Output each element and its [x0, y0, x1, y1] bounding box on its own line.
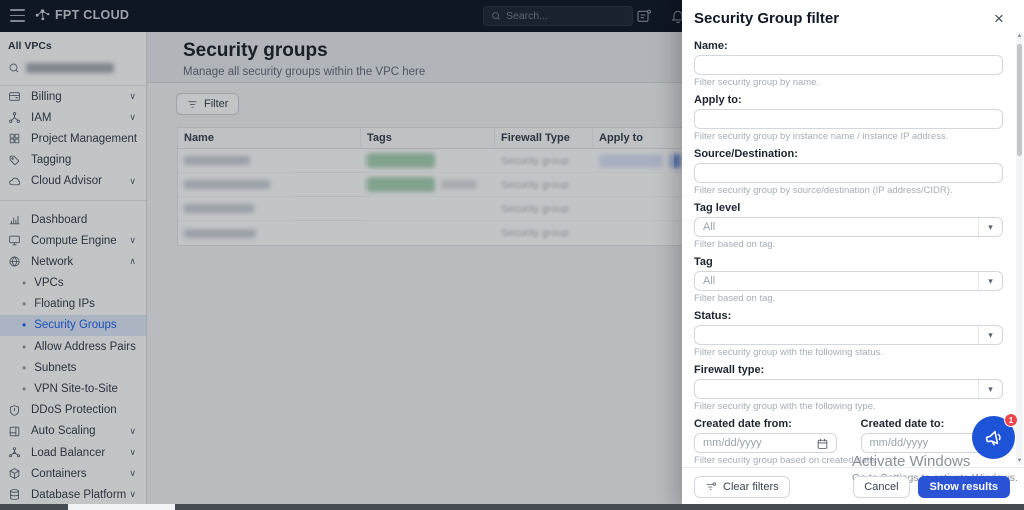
tag-field-help: Filter based on tag. [694, 293, 1003, 305]
created-date-from-input[interactable]: mm/dd/yyyy [694, 433, 837, 453]
tag-field-label: Tag [694, 256, 1003, 269]
filter-panel-body: Name: Filter security group by name. App… [694, 32, 1003, 467]
tag-placeholder: All [703, 275, 715, 287]
chevron-down-icon[interactable] [978, 218, 1002, 236]
notification-badge: 1 [1004, 413, 1018, 427]
chevron-down-icon[interactable] [978, 326, 1002, 344]
megaphone-icon [980, 424, 1006, 450]
filter-panel-title: Security Group filter [694, 10, 839, 27]
status-field-label: Status: [694, 310, 1003, 323]
source-destination-field-input[interactable] [694, 163, 1003, 183]
source-destination-field-help: Filter security group by source/destinat… [694, 185, 1003, 197]
scroll-up-icon[interactable] [1016, 33, 1023, 39]
firewall-type-select[interactable] [694, 379, 1003, 399]
close-icon[interactable] [990, 10, 1008, 28]
panel-scrollbar[interactable] [1016, 32, 1023, 465]
cancel-button[interactable]: Cancel [853, 476, 909, 498]
apply-to-field-input[interactable] [694, 109, 1003, 129]
scrollbar-thumb[interactable] [1017, 44, 1022, 156]
horizontal-scrollbar[interactable] [0, 504, 1024, 510]
created-date-from-label: Created date from: [694, 418, 837, 431]
status-select[interactable] [694, 325, 1003, 345]
name-field-label: Name: [694, 40, 1003, 53]
tag-level-placeholder: All [703, 221, 715, 233]
announcements-fab[interactable]: 1 [972, 416, 1015, 459]
clear-filter-icon [705, 481, 717, 493]
status-field-help: Filter security group with the following… [694, 347, 1003, 359]
firewall-type-field-help: Filter security group with the following… [694, 401, 1003, 413]
tag-level-field-label: Tag level [694, 202, 1003, 215]
app-window: FPT CLOUD Search... All VPCs Billing [0, 0, 1024, 510]
tag-level-field-help: Filter based on tag. [694, 239, 1003, 251]
chevron-down-icon[interactable] [978, 272, 1002, 290]
clear-filters-button[interactable]: Clear filters [694, 476, 790, 498]
apply-to-field-help: Filter security group by instance name /… [694, 131, 1003, 143]
scroll-down-icon[interactable] [1016, 458, 1023, 464]
modal-dim-overlay[interactable] [0, 0, 682, 510]
name-field-help: Filter security group by name. [694, 77, 1003, 89]
created-date-help: Filter security group based on created d… [694, 455, 1003, 467]
source-destination-field-label: Source/Destination: [694, 148, 1003, 161]
filter-panel-header: Security Group filter [694, 10, 1008, 28]
tag-select[interactable]: All [694, 271, 1003, 291]
show-results-button[interactable]: Show results [918, 476, 1010, 498]
tag-level-select[interactable]: All [694, 217, 1003, 237]
horizontal-scrollbar-thumb[interactable] [68, 504, 175, 510]
created-date-row: Created date from: mm/dd/yyyy Created da… [694, 418, 1003, 453]
chevron-down-icon[interactable] [978, 380, 1002, 398]
apply-to-field-label: Apply to: [694, 94, 1003, 107]
calendar-icon[interactable] [816, 437, 829, 450]
name-field-input[interactable] [694, 55, 1003, 75]
firewall-type-field-label: Firewall type: [694, 364, 1003, 377]
